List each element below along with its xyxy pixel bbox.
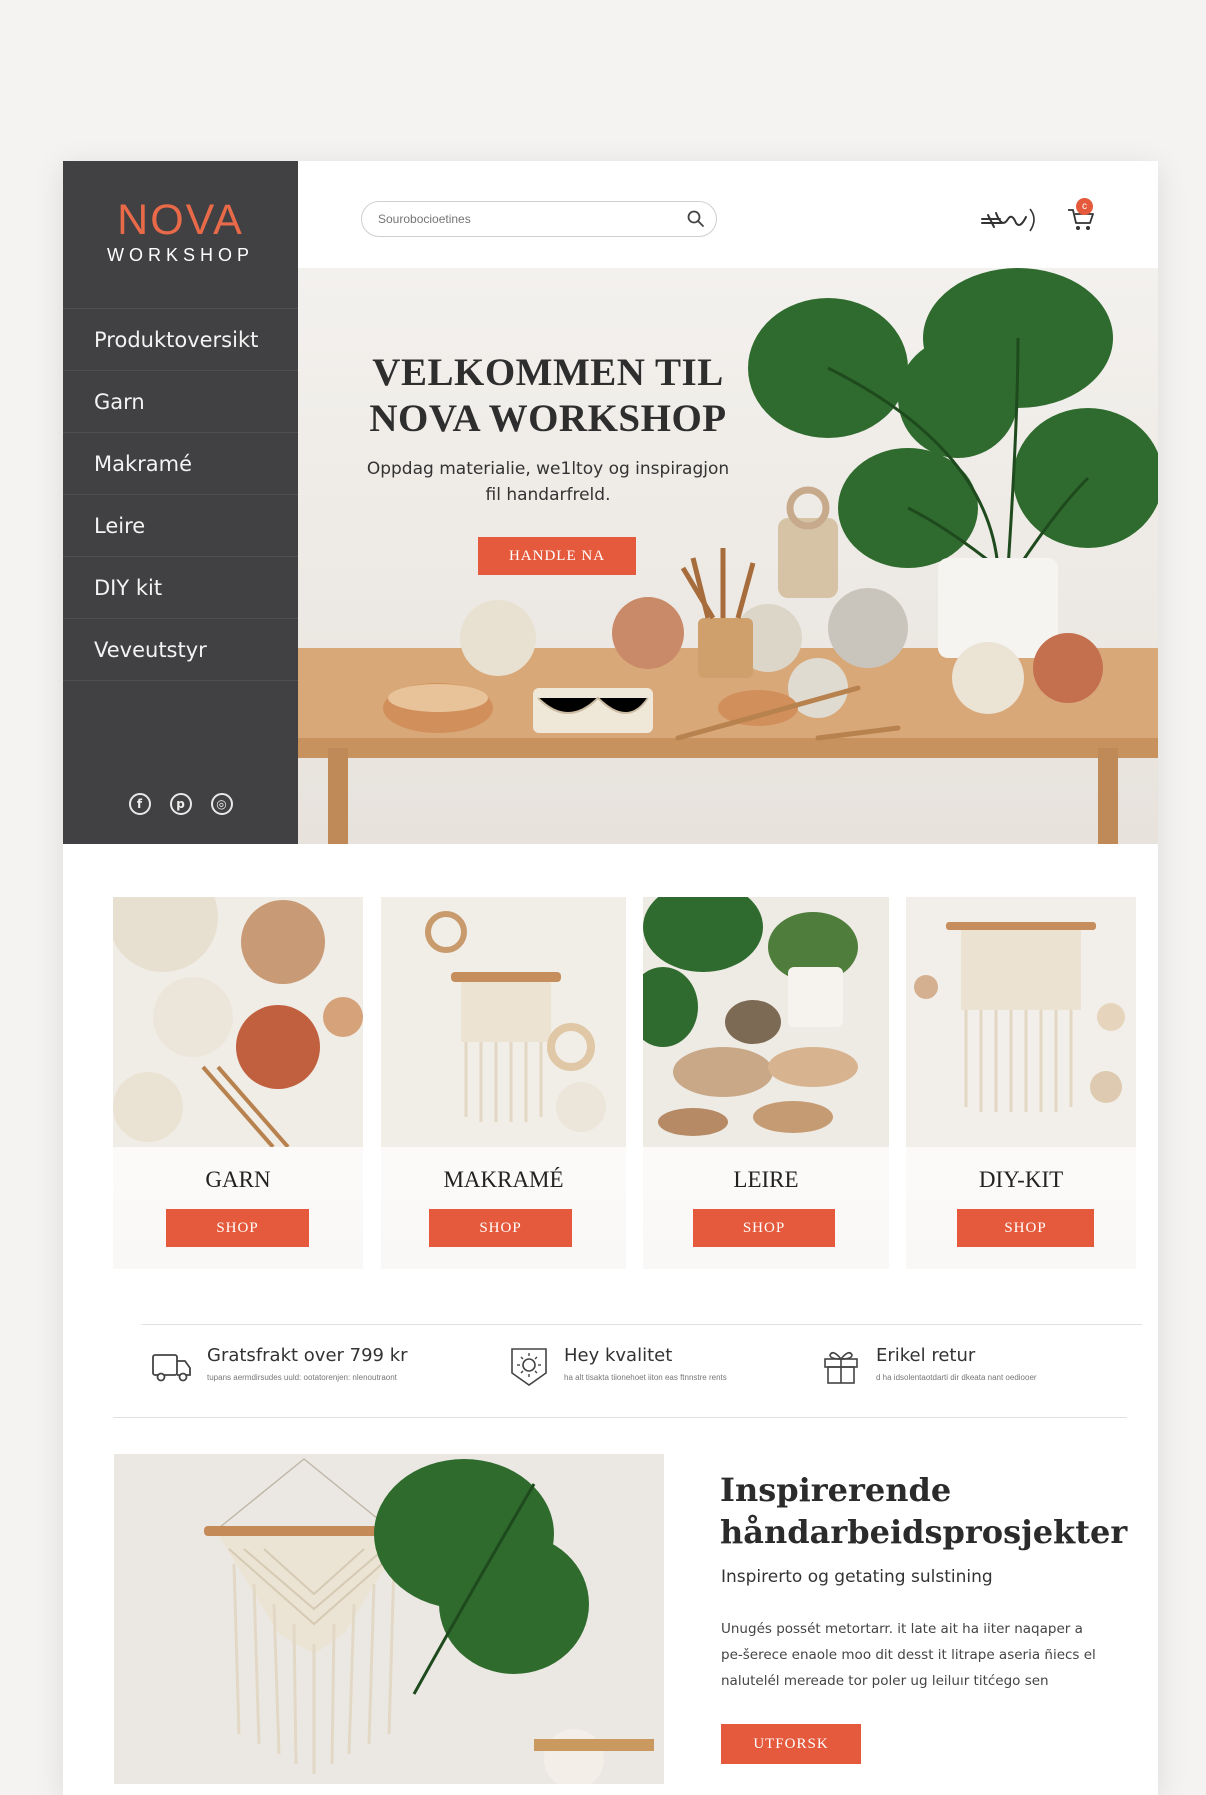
sidebar-item-makrame[interactable]: Makramé	[63, 433, 298, 495]
feature-title: Gratsfrakt over 799 kr	[207, 1345, 408, 1366]
facebook-icon[interactable]: f	[128, 793, 151, 815]
category-title-garn: GARN	[205, 1167, 271, 1192]
search-input[interactable]	[361, 201, 717, 237]
feature-text: d ha idsolentaotdarti dir dkeata nant oe…	[876, 1373, 1037, 1382]
category-image-diy-kit[interactable]	[906, 897, 1136, 1147]
sidebar-item-garn[interactable]: Garn	[63, 371, 298, 433]
logo-subtitle: WORKSHOP	[106, 245, 254, 265]
cart-count-badge: c	[1076, 198, 1093, 215]
social-links: f p ◎	[63, 793, 298, 815]
logo[interactable]: NOVA WORKSHOP	[63, 197, 298, 266]
search-icon[interactable]	[686, 209, 706, 229]
feature-text: ha alt tisakta tiionehoet iiton eas ftnn…	[564, 1373, 727, 1382]
category-card-garn: GARN SHOP	[113, 897, 363, 1269]
category-image-makrame[interactable]	[381, 897, 626, 1147]
hero-title: VELKOMMEN TIL NOVA WORKSHOP	[369, 351, 727, 440]
sidebar-item-produktoversikt[interactable]: Produktoversikt	[63, 309, 298, 371]
hero-banner: VELKOMMEN TIL NOVA WORKSHOP Oppdag mater…	[298, 268, 1158, 844]
sidebar: NOVA WORKSHOP Produktoversikt Garn Makra…	[63, 161, 298, 844]
category-title-diy-kit: DIY-KIT	[978, 1167, 1064, 1192]
page-frame: NOVA WORKSHOP Produktoversikt Garn Makra…	[63, 161, 1158, 1795]
logo-wordmark: NOVA	[117, 196, 244, 244]
sidebar-item-veveutstyr[interactable]: Veveutstyr	[63, 619, 298, 681]
gift-icon	[824, 1351, 858, 1384]
features-divider-bottom	[113, 1417, 1127, 1418]
sidebar-item-leire[interactable]: Leire	[63, 495, 298, 557]
feature-title: Erikel retur	[876, 1345, 976, 1366]
inspiration-text: Unugés possét metortarr. it late ait ha …	[721, 1621, 1096, 1689]
category-card-makrame: MAKRAMÉ SHOP	[381, 897, 626, 1269]
category-card-diy-kit: DIY-KIT SHOP	[906, 897, 1136, 1269]
shop-button-garn[interactable]: SHOP	[166, 1209, 309, 1247]
category-image-leire[interactable]	[643, 897, 889, 1147]
instagram-icon[interactable]: ◎	[210, 793, 233, 815]
shop-button-diy-kit[interactable]: SHOP	[957, 1209, 1094, 1247]
features-divider-top	[141, 1324, 1142, 1325]
feature-text: tupans aermdirsudes uuld: ootatorenjen: …	[207, 1373, 397, 1382]
inspiration-subtitle: Inspirerto og getating sulstining	[721, 1567, 993, 1587]
shop-button-leire[interactable]: SHOP	[693, 1209, 835, 1247]
inspiration-title: Inspirerende håndarbeidsprosjekter	[720, 1471, 1128, 1551]
signature-icon[interactable]	[980, 205, 1038, 233]
inspiration-image[interactable]	[114, 1454, 664, 1784]
category-title-leire: LEIRE	[733, 1167, 799, 1192]
shield-icon	[511, 1348, 547, 1386]
pinterest-icon[interactable]: p	[169, 793, 192, 815]
sidebar-item-diy-kit[interactable]: DIY kit	[63, 557, 298, 619]
category-image-garn[interactable]	[113, 897, 363, 1147]
truck-icon	[152, 1354, 191, 1382]
shop-now-button[interactable]: HANDLE NA	[478, 537, 636, 575]
hero-subtitle: Oppdag materialie, we1ltoy og inspiragjo…	[366, 459, 730, 505]
shop-button-makrame[interactable]: SHOP	[429, 1209, 572, 1247]
sidebar-nav: Produktoversikt Garn Makramé Leire DIY k…	[63, 308, 298, 681]
category-card-leire: LEIRE SHOP	[643, 897, 889, 1269]
explore-button[interactable]: UTFORSK	[721, 1724, 861, 1764]
feature-title: Hey kvalitet	[564, 1345, 673, 1366]
category-title-makrame: MAKRAMÉ	[443, 1167, 564, 1192]
